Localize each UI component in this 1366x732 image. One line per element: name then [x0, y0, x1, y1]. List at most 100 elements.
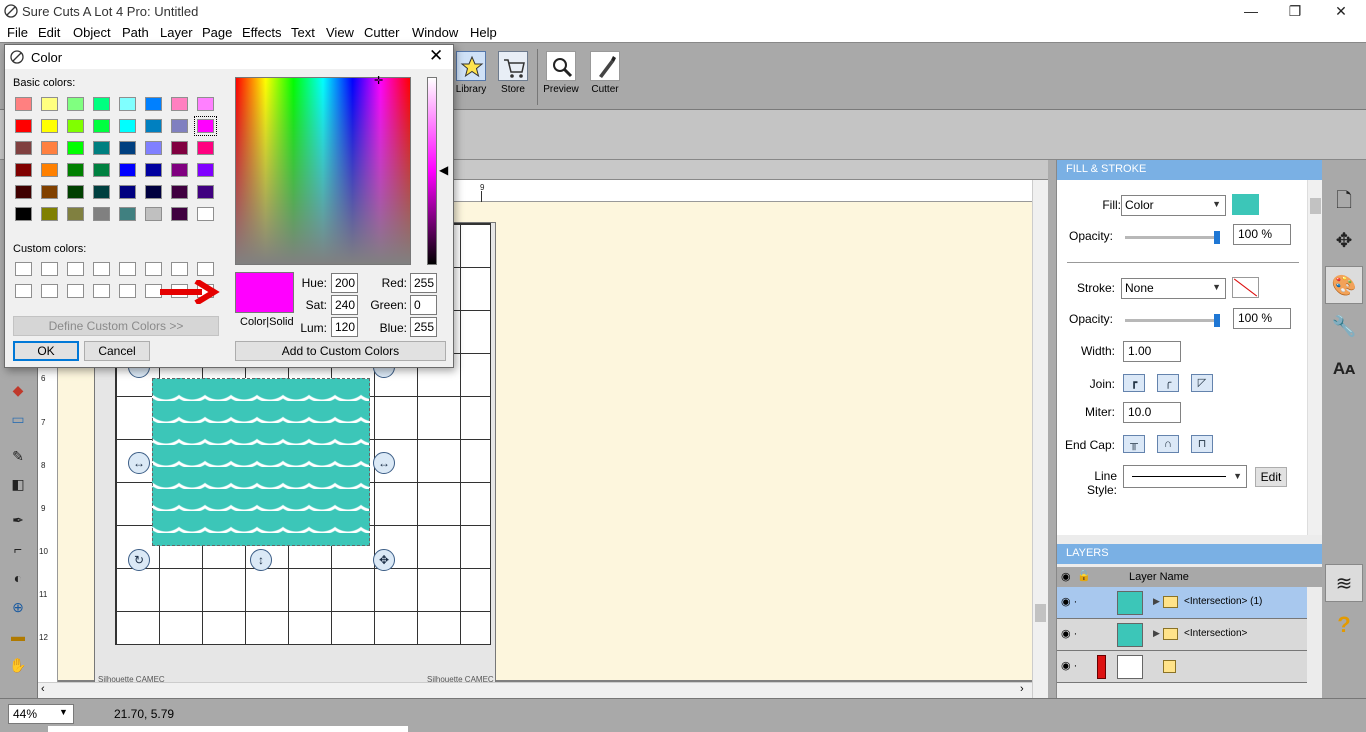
help-icon[interactable]: ?: [1325, 606, 1363, 644]
basic-color-swatch[interactable]: [67, 119, 84, 133]
palette-icon[interactable]: 🎨: [1325, 266, 1363, 304]
cutter-button[interactable]: Cutter: [585, 51, 625, 95]
basic-color-swatch[interactable]: [93, 207, 110, 221]
scale-handle-left[interactable]: ↔: [128, 452, 150, 474]
stroke-type-select[interactable]: None ▼: [1121, 278, 1226, 299]
stroke-none-swatch[interactable]: [1232, 277, 1259, 298]
line-style-select[interactable]: ▼: [1123, 465, 1247, 488]
miter-field[interactable]: 10.0: [1123, 402, 1181, 423]
layer-row[interactable]: ◉ · ▶ <Intersection> (1): [1057, 587, 1307, 619]
basic-color-swatch[interactable]: [41, 119, 58, 133]
basic-color-swatch[interactable]: [93, 141, 110, 155]
basic-color-swatch[interactable]: [119, 185, 136, 199]
basic-color-swatch[interactable]: [41, 207, 58, 221]
custom-color-swatch[interactable]: [119, 262, 136, 276]
basic-color-swatch[interactable]: [171, 163, 188, 177]
basic-color-swatch[interactable]: [41, 185, 58, 199]
pen-tool-icon[interactable]: ✒: [7, 509, 29, 531]
custom-color-swatch[interactable]: [93, 262, 110, 276]
custom-color-swatch[interactable]: [41, 284, 58, 298]
basic-color-swatch[interactable]: [41, 163, 58, 177]
basic-color-swatch[interactable]: [15, 119, 32, 133]
rotate-handle[interactable]: ↻: [128, 549, 150, 571]
basic-color-swatch[interactable]: [15, 97, 32, 111]
lum-field[interactable]: 120: [331, 317, 358, 337]
custom-color-swatch[interactable]: [197, 262, 214, 276]
custom-color-swatch[interactable]: [15, 284, 32, 298]
custom-color-swatch[interactable]: [15, 262, 32, 276]
eraser-tool-icon[interactable]: ◆: [7, 379, 29, 401]
move-icon[interactable]: ✥: [1325, 222, 1363, 260]
scale-handle-bottom[interactable]: ↕: [250, 549, 272, 571]
shape-tool-icon[interactable]: ◐: [7, 567, 29, 589]
close-window-button[interactable]: ✕: [1318, 0, 1364, 23]
basic-color-swatch[interactable]: [197, 163, 214, 177]
menu-cutter[interactable]: Cutter: [364, 25, 399, 40]
basic-color-swatch[interactable]: [119, 141, 136, 155]
basic-color-swatch[interactable]: [93, 163, 110, 177]
text-icon[interactable]: Aᴀ: [1325, 350, 1363, 388]
custom-color-swatch[interactable]: [119, 284, 136, 298]
join-round-button[interactable]: ╭: [1157, 374, 1179, 392]
basic-color-swatch[interactable]: [15, 141, 32, 155]
slider-knob[interactable]: [1214, 314, 1220, 327]
basic-color-swatch[interactable]: [171, 185, 188, 199]
menu-effects[interactable]: Effects: [242, 25, 282, 40]
node-tool-icon[interactable]: ⌐: [7, 538, 29, 560]
move-handle[interactable]: ✥: [373, 549, 395, 571]
lum-pointer-icon[interactable]: ◀: [439, 163, 448, 177]
custom-color-swatch[interactable]: [41, 262, 58, 276]
red-field[interactable]: 255: [410, 273, 437, 293]
zoom-tool-icon[interactable]: ⊕: [7, 596, 29, 618]
library-button[interactable]: Library: [451, 51, 491, 95]
custom-color-swatch[interactable]: [67, 262, 84, 276]
eyedropper-tool-icon[interactable]: ✎: [7, 445, 29, 467]
stroke-opacity-slider[interactable]: [1125, 314, 1220, 327]
define-custom-colors-button[interactable]: Define Custom Colors >>: [13, 316, 219, 336]
green-field[interactable]: 0: [410, 295, 437, 315]
edit-line-style-button[interactable]: Edit: [1255, 467, 1287, 487]
basic-color-swatch[interactable]: [145, 97, 162, 111]
menu-page[interactable]: Page: [202, 25, 232, 40]
basic-color-swatch[interactable]: [119, 119, 136, 133]
basic-color-swatch[interactable]: [67, 185, 84, 199]
menu-text[interactable]: Text: [291, 25, 315, 40]
layer-row[interactable]: ◉ · ▶ <Intersection>: [1057, 619, 1307, 651]
basic-color-swatch[interactable]: [93, 97, 110, 111]
layer-row[interactable]: ◉ ·: [1057, 651, 1307, 683]
menu-object[interactable]: Object: [73, 25, 111, 40]
basic-color-swatch[interactable]: [41, 141, 58, 155]
basic-color-swatch[interactable]: [41, 97, 58, 111]
basic-color-swatch[interactable]: [119, 97, 136, 111]
basic-color-swatch[interactable]: [171, 119, 188, 133]
rectangle-tool-icon[interactable]: ▭: [7, 408, 29, 430]
sat-field[interactable]: 240: [331, 295, 358, 315]
basic-color-swatch[interactable]: [67, 141, 84, 155]
custom-color-swatch[interactable]: [171, 262, 188, 276]
fill-type-select[interactable]: Color ▼: [1121, 195, 1226, 216]
stroke-width-field[interactable]: 1.00: [1123, 341, 1181, 362]
restore-button[interactable]: ❐: [1272, 0, 1318, 23]
join-bevel-button[interactable]: ◸: [1191, 374, 1213, 392]
cancel-button[interactable]: Cancel: [84, 341, 150, 361]
menu-layer[interactable]: Layer: [160, 25, 193, 40]
eye-icon[interactable]: ◉ ·: [1061, 659, 1077, 672]
custom-color-swatch[interactable]: [145, 262, 162, 276]
hand-tool-icon[interactable]: ✋: [7, 654, 29, 676]
basic-color-swatch[interactable]: [197, 141, 214, 155]
store-button[interactable]: Store: [493, 51, 533, 95]
fill-opacity-slider[interactable]: [1125, 231, 1220, 244]
custom-color-swatch[interactable]: [67, 284, 84, 298]
page-icon[interactable]: 🗋: [1325, 182, 1363, 220]
scroll-thumb[interactable]: [1035, 604, 1046, 622]
cap-butt-button[interactable]: ╥: [1123, 435, 1145, 453]
basic-color-swatch[interactable]: [171, 97, 188, 111]
fill-opacity-field[interactable]: 100 %: [1233, 224, 1291, 245]
basic-color-swatch[interactable]: [171, 141, 188, 155]
basic-color-swatch[interactable]: [145, 207, 162, 221]
basic-color-swatch[interactable]: [15, 185, 32, 199]
join-miter-button[interactable]: ┏: [1123, 374, 1145, 392]
horizontal-scrollbar[interactable]: ‹ ›: [38, 682, 1032, 698]
expand-icon[interactable]: ▶: [1153, 596, 1160, 607]
basic-color-swatch[interactable]: [145, 141, 162, 155]
